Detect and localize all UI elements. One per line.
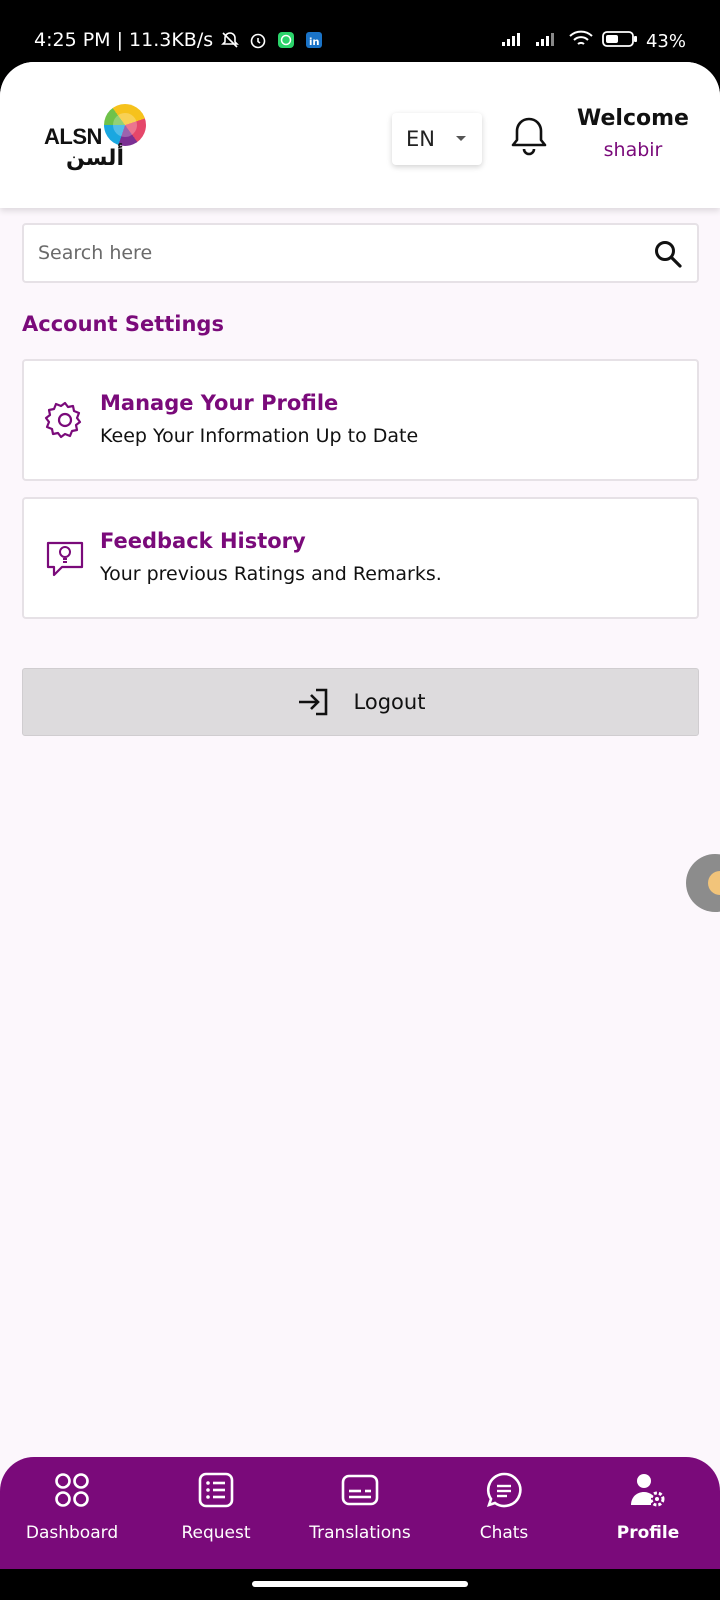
dashboard-grid-icon bbox=[55, 1473, 89, 1507]
card-title: Feedback History bbox=[100, 529, 306, 553]
battery-percent: 43% bbox=[645, 31, 686, 52]
logo-globe-icon bbox=[104, 104, 146, 146]
nav-dashboard[interactable]: Dashboard bbox=[0, 1457, 144, 1569]
feedback-lightbulb-icon bbox=[44, 537, 86, 579]
card-subtitle: Your previous Ratings and Remarks. bbox=[100, 563, 442, 585]
logo-arabic-text: ألسن bbox=[66, 146, 124, 171]
status-right: 43% bbox=[500, 29, 686, 54]
alarm-icon bbox=[247, 29, 269, 51]
search-input[interactable] bbox=[38, 225, 618, 281]
user-gear-icon bbox=[631, 1474, 665, 1507]
app-screen: ALSN ألسن EN Welcome shabir Account Sett… bbox=[0, 62, 720, 1569]
language-select[interactable]: EN bbox=[392, 113, 482, 165]
nav-label: Profile bbox=[616, 1523, 680, 1543]
linkedin-icon: in bbox=[303, 29, 325, 51]
nav-label: Translations bbox=[309, 1523, 411, 1543]
language-value: EN bbox=[406, 127, 435, 151]
nav-request[interactable]: Request bbox=[144, 1457, 288, 1569]
nav-label: Request bbox=[181, 1523, 251, 1543]
wifi-icon bbox=[568, 29, 594, 54]
feedback-history-card[interactable]: Feedback History Your previous Ratings a… bbox=[22, 497, 699, 619]
card-title: Manage Your Profile bbox=[100, 391, 339, 415]
whatsapp-icon bbox=[275, 29, 297, 51]
manage-profile-card[interactable]: Manage Your Profile Keep Your Informatio… bbox=[22, 359, 699, 481]
logout-button[interactable]: Logout bbox=[22, 668, 699, 736]
battery-icon bbox=[602, 30, 638, 53]
nav-chats[interactable]: Chats bbox=[432, 1457, 576, 1569]
card-subtitle: Keep Your Information Up to Date bbox=[100, 425, 419, 447]
bottom-navigation: Dashboard Request Translations Chats Pro… bbox=[0, 1457, 720, 1569]
home-indicator[interactable] bbox=[252, 1581, 468, 1587]
floating-assistant-button[interactable] bbox=[686, 854, 720, 912]
status-left: 4:25 PM | 11.3KB/s in bbox=[34, 29, 325, 51]
gear-icon bbox=[44, 399, 86, 441]
list-icon bbox=[198, 1472, 234, 1508]
app-logo[interactable]: ALSN ألسن bbox=[42, 102, 146, 172]
status-bar: 4:25 PM | 11.3KB/s in 43% bbox=[0, 0, 720, 62]
nav-label: Chats bbox=[479, 1523, 529, 1543]
gesture-bar bbox=[0, 1569, 720, 1600]
nav-label: Dashboard bbox=[25, 1523, 119, 1543]
notifications-bell-icon[interactable] bbox=[509, 114, 549, 158]
logout-label: Logout bbox=[353, 690, 426, 714]
subtitles-icon bbox=[341, 1474, 379, 1506]
username: shabir bbox=[603, 139, 663, 161]
signal-icon bbox=[500, 31, 526, 52]
caret-down-icon bbox=[456, 136, 466, 141]
app-header: ALSN ألسن EN Welcome shabir bbox=[0, 62, 720, 208]
nav-profile[interactable]: Profile bbox=[576, 1457, 720, 1569]
nav-translations[interactable]: Translations bbox=[288, 1457, 432, 1569]
signal-icon bbox=[534, 31, 560, 52]
chat-icon bbox=[486, 1472, 522, 1508]
welcome-block: Welcome shabir bbox=[568, 106, 698, 161]
search-icon[interactable] bbox=[653, 239, 683, 269]
welcome-label: Welcome bbox=[577, 106, 689, 131]
logout-icon bbox=[296, 687, 330, 717]
section-title-account-settings: Account Settings bbox=[22, 312, 224, 336]
mute-bell-icon bbox=[219, 29, 241, 51]
status-time-speed: 4:25 PM | 11.3KB/s bbox=[34, 29, 214, 51]
svg-text:in: in bbox=[309, 37, 320, 48]
search-bar bbox=[22, 223, 699, 283]
